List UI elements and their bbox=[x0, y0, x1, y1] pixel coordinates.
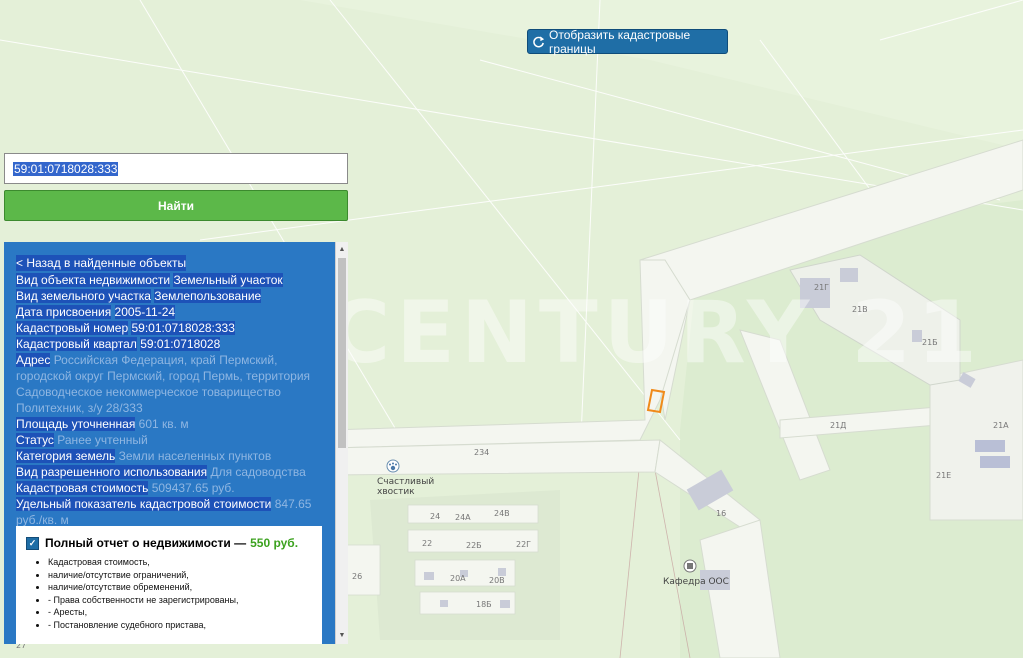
info-field: Вид разрешенного использования Для садов… bbox=[16, 464, 326, 480]
object-info-content: < Назад в найденные объекты Вид объекта … bbox=[16, 254, 326, 541]
poi-label-line1: Счастливый bbox=[377, 477, 434, 487]
panel-scrollbar[interactable]: ▲ ▼ bbox=[335, 242, 348, 644]
building-label-24: 24 bbox=[430, 512, 440, 521]
building-label-18b: 18Б bbox=[476, 600, 492, 609]
show-cadastral-borders-button[interactable]: Отобразить кадастровые границы bbox=[527, 27, 728, 56]
report-header: ✓ Полный отчет о недвижимости — 550 руб. bbox=[26, 536, 322, 550]
info-field-label: Вид объекта недвижимости bbox=[16, 273, 171, 287]
info-field: Статус Ранее учтенный bbox=[16, 432, 326, 448]
info-field-label: Вид земельного участка bbox=[16, 289, 151, 303]
object-info-panel: < Назад в найденные объекты Вид объекта … bbox=[4, 242, 348, 644]
scroll-up-arrow-icon[interactable]: ▲ bbox=[336, 244, 348, 256]
building-label-21v: 21В bbox=[852, 305, 868, 314]
building-label-22b: 22Б bbox=[466, 541, 482, 550]
info-field-value: 59:01:0718028 bbox=[140, 337, 221, 351]
cadastral-button-label: Отобразить кадастровые границы bbox=[549, 27, 691, 56]
info-field-value: 601 кв. м bbox=[138, 417, 189, 431]
building-label-20a: 20А bbox=[450, 574, 466, 583]
info-field: Адрес Российская Федерация, край Пермски… bbox=[16, 352, 326, 416]
info-field: Вид объекта недвижимости Земельный участ… bbox=[16, 272, 326, 288]
info-field-label: Удельный показатель кадастровой стоимост… bbox=[16, 497, 272, 511]
report-item: - Постановление судебного пристава, bbox=[48, 619, 322, 632]
info-field-label: Статус bbox=[16, 433, 54, 447]
report-checkbox[interactable]: ✓ bbox=[26, 536, 39, 550]
info-field-value: Земли населенных пунктов bbox=[118, 449, 272, 463]
info-field: Удельный показатель кадастровой стоимост… bbox=[16, 496, 326, 528]
report-items-list: Кадастровая стоимость, наличие/отсутстви… bbox=[26, 556, 322, 631]
building-label-21b: 21Б bbox=[922, 338, 938, 347]
scroll-down-arrow-icon[interactable]: ▼ bbox=[336, 630, 348, 642]
building-label-22: 22 bbox=[422, 539, 432, 548]
info-fields: Вид объекта недвижимости Земельный участ… bbox=[16, 272, 326, 528]
find-button[interactable]: Найти bbox=[4, 190, 348, 221]
report-item: - Аресты, bbox=[48, 606, 322, 619]
report-title: Полный отчет о недвижимости — bbox=[45, 536, 247, 550]
info-field-label: Вид разрешенного использования bbox=[16, 465, 208, 479]
cadastral-search-input[interactable]: 59:01:0718028:333 bbox=[4, 153, 348, 184]
building-label-21a: 21А bbox=[993, 421, 1009, 430]
building-label-22g: 22Г bbox=[516, 540, 531, 549]
info-field-label: Кадастровый квартал bbox=[16, 337, 137, 351]
info-field-value: Земельный участок bbox=[173, 273, 283, 287]
building-label-16: 16 bbox=[716, 509, 726, 518]
info-field-value: 2005-11-24 bbox=[114, 305, 176, 319]
building-label-24v: 24В bbox=[494, 509, 510, 518]
search-input-value: 59:01:0718028:333 bbox=[13, 161, 119, 176]
info-field-value: 509437.65 руб. bbox=[151, 481, 235, 495]
building-icon bbox=[687, 563, 693, 569]
watermark-text: CENTURY 21 bbox=[327, 283, 983, 383]
back-to-results-link[interactable]: < Назад в найденные объекты bbox=[16, 255, 187, 271]
info-field: Категория земель Земли населенных пункто… bbox=[16, 448, 326, 464]
info-field: Дата присвоения 2005-11-24 bbox=[16, 304, 326, 320]
report-price: 550 руб. bbox=[250, 536, 299, 550]
info-field: Кадастровый квартал 59:01:0718028 bbox=[16, 336, 326, 352]
building-label-21d: 21Д bbox=[830, 421, 846, 430]
info-field: Кадастровый номер 59:01:0718028:333 bbox=[16, 320, 326, 336]
info-field-label: Кадастровая стоимость bbox=[16, 481, 149, 495]
poi-label-department: Кафедра ООС bbox=[663, 577, 729, 587]
building-label-21e: 21Е bbox=[936, 471, 951, 480]
building-label-21g: 21Г bbox=[814, 283, 829, 292]
info-field-value: Ранее учтенный bbox=[57, 433, 148, 447]
full-report-offer: ✓ Полный отчет о недвижимости — 550 руб.… bbox=[16, 526, 322, 644]
building-label-26: 26 bbox=[352, 572, 362, 581]
info-field-value: Российская Федерация, край Пермский, гор… bbox=[16, 353, 311, 415]
scrollbar-thumb[interactable] bbox=[338, 258, 346, 448]
building-label-20v: 20В bbox=[489, 576, 505, 585]
report-item: Кадастровая стоимость, bbox=[48, 556, 322, 569]
info-field: Вид земельного участка Землепользование bbox=[16, 288, 326, 304]
info-field-label: Адрес bbox=[16, 353, 51, 367]
report-item: наличие/отсутствие ограничений, bbox=[48, 569, 322, 582]
info-field: Кадастровая стоимость 509437.65 руб. bbox=[16, 480, 326, 496]
building-label-24a: 24А bbox=[455, 513, 471, 522]
report-item: наличие/отсутствие обременений, bbox=[48, 581, 322, 594]
info-field-value: Для садоводства bbox=[210, 465, 306, 479]
info-field-label: Кадастровый номер bbox=[16, 321, 129, 335]
info-field-label: Категория земель bbox=[16, 449, 116, 463]
poi-label-line2: хвостик bbox=[377, 487, 415, 497]
info-field-label: Дата присвоения bbox=[16, 305, 112, 319]
road-label-234: 234 bbox=[474, 448, 489, 457]
info-field-label: Площадь уточненная bbox=[16, 417, 136, 431]
refresh-icon bbox=[533, 35, 545, 47]
report-item: - Права собственности не зарегистрирован… bbox=[48, 594, 322, 607]
info-field-value: Землепользование bbox=[154, 289, 262, 303]
info-field: Площадь уточненная 601 кв. м bbox=[16, 416, 326, 432]
info-field-value: 59:01:0718028:333 bbox=[131, 321, 235, 335]
